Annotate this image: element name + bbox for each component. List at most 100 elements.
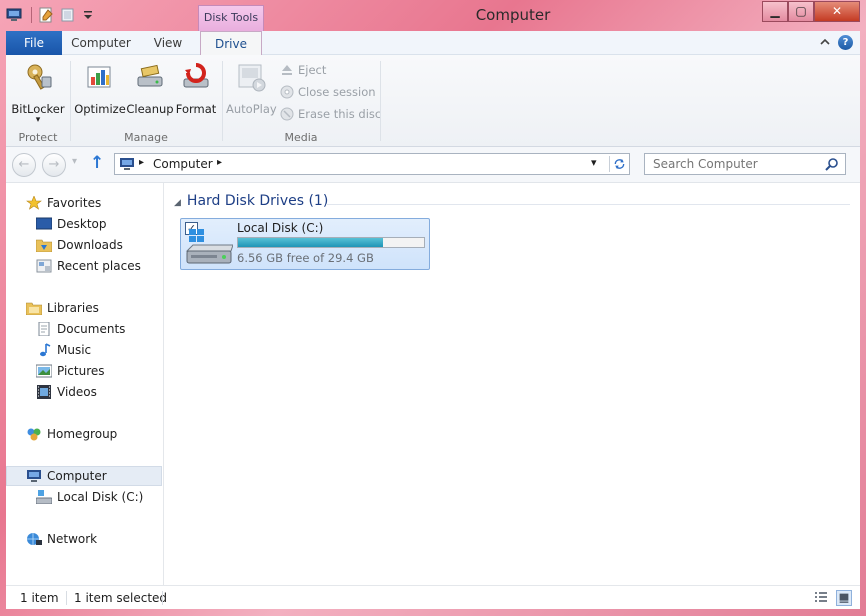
nav-desktop[interactable]: Desktop: [6, 214, 162, 234]
navigation-bar: ← → ▾ ↑ ▸ Computer ▸ ▾: [6, 147, 860, 183]
address-bar[interactable]: ▸ Computer ▸ ▾: [114, 153, 630, 175]
nav-documents[interactable]: Documents: [6, 319, 162, 339]
nav-recent-places-label: Recent places: [57, 259, 141, 273]
minimize-button[interactable]: ▁: [762, 1, 788, 22]
optimize-button[interactable]: Optimize: [74, 61, 126, 116]
documents-icon: [38, 322, 50, 336]
optimize-icon: [87, 66, 111, 88]
group-header-label: Hard Disk Drives (1): [186, 193, 329, 209]
breadcrumb-separator[interactable]: ▸: [139, 157, 144, 168]
computer-icon[interactable]: [6, 7, 22, 23]
breadcrumb-computer[interactable]: Computer: [153, 157, 213, 171]
maximize-button[interactable]: ▢: [788, 1, 814, 22]
computer-icon: [27, 470, 41, 482]
help-icon[interactable]: ?: [838, 35, 853, 50]
up-button[interactable]: ↑: [90, 153, 104, 173]
status-separator: [66, 591, 67, 605]
nav-pictures-label: Pictures: [57, 364, 105, 378]
homegroup-icon: [27, 428, 41, 441]
bitlocker-dropdown-icon[interactable]: ▾: [10, 116, 66, 125]
local-disk-icon: [185, 229, 233, 264]
tab-file[interactable]: File: [6, 31, 62, 55]
address-history-dropdown[interactable]: ▾: [591, 156, 597, 169]
media-group-label: Media: [284, 131, 318, 144]
large-icons-view-icon[interactable]: [836, 590, 852, 606]
tab-view[interactable]: View: [140, 31, 196, 55]
drive-usage-fill: [238, 238, 383, 247]
star-icon: [26, 196, 42, 210]
properties-icon[interactable]: [38, 7, 54, 23]
new-folder-icon[interactable]: [60, 7, 76, 23]
search-icon[interactable]: [825, 157, 839, 171]
close-session-icon: [280, 85, 294, 99]
close-session-button[interactable]: Close session: [280, 83, 376, 101]
nav-homegroup[interactable]: Homegroup: [6, 424, 162, 444]
collapse-icon[interactable]: ◢: [174, 198, 181, 208]
erase-disc-button[interactable]: Erase this disc: [280, 105, 381, 123]
title-bar: Disk Tools Computer ▁ ▢ ✕: [0, 0, 866, 31]
minimize-ribbon-icon[interactable]: [818, 35, 832, 49]
nav-music-label: Music: [57, 343, 92, 357]
bitlocker-key-icon: [27, 64, 52, 90]
nav-videos-label: Videos: [57, 385, 97, 399]
status-selection: 1 item selected: [74, 591, 168, 605]
format-button[interactable]: Format: [174, 61, 218, 116]
close-button[interactable]: ✕: [814, 1, 860, 22]
nav-pictures[interactable]: Pictures: [6, 361, 162, 381]
libraries-icon: [26, 302, 42, 315]
cleanup-button[interactable]: Cleanup: [126, 61, 174, 116]
erase-disc-icon: [280, 107, 294, 121]
bitlocker-button[interactable]: BitLocker ▾: [10, 61, 66, 125]
navigation-pane: Favorites Desktop Downloads Recent place…: [6, 183, 164, 585]
drive-usage-bar: [237, 237, 425, 248]
optimize-label: Optimize: [74, 102, 126, 116]
recent-places-icon: [36, 259, 52, 273]
group-separator: [222, 61, 223, 141]
drive-tile-local-disk[interactable]: ✓ Local Disk (C:) 6.56 GB free of 29.4 G…: [180, 218, 430, 270]
group-header[interactable]: ◢ Hard Disk Drives (1): [174, 193, 328, 209]
details-view-icon[interactable]: [814, 591, 828, 605]
ribbon: BitLocker ▾ Protect Optimize Cleanup For…: [6, 55, 860, 147]
nav-computer-label: Computer: [47, 469, 107, 483]
disk-cleanup-icon: [137, 64, 163, 87]
group-separator: [380, 61, 381, 141]
nav-local-disk[interactable]: Local Disk (C:): [6, 487, 162, 507]
nav-recent-places[interactable]: Recent places: [6, 256, 162, 276]
nav-libraries[interactable]: Libraries: [6, 298, 162, 318]
drive-name: Local Disk (C:): [237, 221, 324, 235]
forward-button[interactable]: →: [42, 153, 66, 177]
status-bar: 1 item 1 item selected: [6, 585, 860, 609]
search-box[interactable]: [644, 153, 846, 175]
nav-videos[interactable]: Videos: [6, 382, 162, 402]
computer-icon: [120, 158, 134, 170]
nav-homegroup-label: Homegroup: [47, 427, 118, 441]
bitlocker-label: BitLocker: [11, 102, 65, 116]
local-disk-icon: [36, 490, 52, 504]
customize-quick-access-icon[interactable]: [80, 7, 96, 23]
tab-drive[interactable]: Drive: [200, 31, 262, 56]
nav-favorites[interactable]: Favorites: [6, 193, 162, 213]
nav-libraries-label: Libraries: [47, 301, 99, 315]
autoplay-button[interactable]: AutoPlay: [226, 61, 277, 116]
eject-icon: [282, 65, 292, 75]
format-label: Format: [175, 102, 217, 116]
nav-music[interactable]: Music: [6, 340, 162, 360]
close-session-label: Close session: [298, 85, 376, 99]
status-separator: [162, 591, 163, 605]
nav-computer[interactable]: Computer: [6, 466, 162, 486]
recent-locations-icon[interactable]: ▾: [72, 156, 77, 167]
refresh-icon[interactable]: [609, 156, 627, 172]
nav-network[interactable]: Network: [6, 529, 162, 549]
tab-computer[interactable]: Computer: [66, 31, 136, 55]
nav-downloads-label: Downloads: [57, 238, 123, 252]
nav-desktop-label: Desktop: [57, 217, 107, 231]
manage-group-label: Manage: [124, 131, 168, 144]
eject-button[interactable]: Eject: [280, 61, 326, 79]
ribbon-tab-bar: File Computer View Drive ?: [6, 31, 860, 56]
pictures-icon: [36, 364, 52, 378]
drive-free-space: 6.56 GB free of 29.4 GB: [237, 251, 374, 265]
breadcrumb-separator[interactable]: ▸: [217, 157, 222, 168]
search-input[interactable]: [645, 154, 821, 174]
back-button[interactable]: ←: [12, 153, 36, 177]
nav-downloads[interactable]: Downloads: [6, 235, 162, 255]
